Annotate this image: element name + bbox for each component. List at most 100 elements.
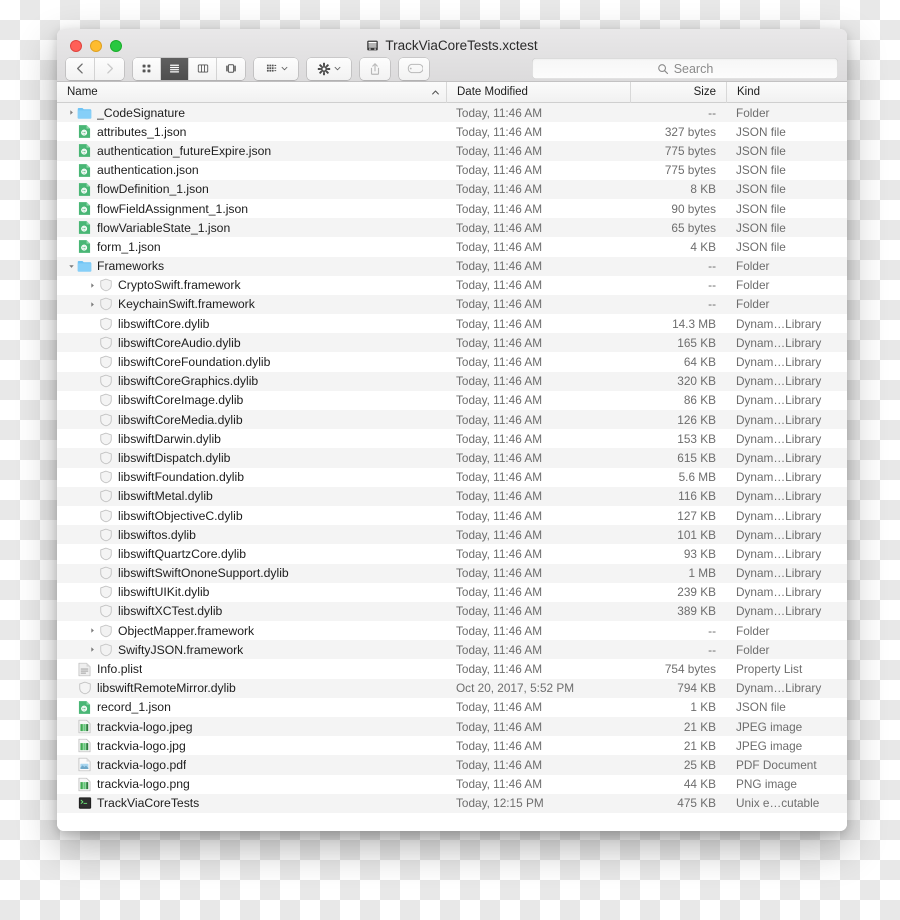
file-list[interactable]: _CodeSignature Today, 11:46 AM -- Folder att… [57, 103, 847, 831]
table-row[interactable]: CryptoSwift.framework Today, 11:46 AM -- Fo… [57, 275, 847, 295]
dylib-icon [98, 585, 113, 600]
table-row[interactable]: trackvia-logo.png Today, 11:46 AM 44 KB PNG… [57, 774, 847, 794]
table-row[interactable]: libswiftCore.dylib Today, 11:46 AM 14.3 MB… [57, 314, 847, 334]
disclosure-triangle [87, 583, 98, 602]
table-row[interactable]: trackvia-logo.jpg Today, 11:46 AM 21 KB JPE… [57, 736, 847, 756]
tag-icon [407, 63, 423, 74]
file-name-label: _CodeSignature [97, 105, 186, 120]
table-row[interactable]: Info.plist Today, 11:46 AM 754 bytes Proper… [57, 659, 847, 679]
file-name-label: Info.plist [97, 662, 143, 677]
arrange-by-button[interactable] [254, 57, 298, 80]
dylib-icon [98, 412, 113, 427]
table-row[interactable]: libswiftCoreAudio.dylib Today, 11:46 AM 16… [57, 333, 847, 353]
navigation-segmented-control[interactable] [66, 57, 124, 80]
dylib-icon [98, 489, 113, 504]
table-row[interactable]: TrackViaCoreTests Today, 12:15 PM 475 KB Un… [57, 793, 847, 813]
table-row[interactable]: libswiftXCTest.dylib Today, 11:46 AM 389 K… [57, 601, 847, 622]
file-date-cell: Today, 11:46 AM [456, 642, 543, 657]
table-row[interactable]: Frameworks Today, 11:46 AM -- Folder [57, 256, 847, 276]
search-field[interactable]: Search [532, 58, 838, 79]
disclosure-triangle[interactable] [87, 640, 98, 659]
table-row[interactable]: libswiftCoreGraphics.dylib Today, 11:46 A… [57, 371, 847, 391]
file-size-cell: 794 KB [677, 681, 716, 696]
column-header-kind[interactable]: Kind [726, 81, 847, 103]
disclosure-triangle[interactable] [66, 257, 77, 276]
table-row[interactable]: ObjectMapper.framework Today, 11:46 AM -- F… [57, 621, 847, 641]
table-row[interactable]: libswiftSwiftOnoneSupport.dylib Today, 11… [57, 563, 847, 583]
table-row[interactable]: libswiftDarwin.dylib Today, 11:46 AM 153 K… [57, 429, 847, 449]
tags-button[interactable] [399, 57, 429, 80]
column-header-size[interactable]: Size [630, 81, 726, 103]
table-row[interactable]: form_1.json Today, 11:46 AM 4 KB JSON file [57, 237, 847, 257]
file-date-cell: Today, 11:46 AM [456, 527, 543, 542]
file-size-cell: -- [708, 642, 716, 657]
file-name-cell: Frameworks [57, 257, 446, 276]
table-row[interactable]: libswiftos.dylib Today, 11:46 AM 101 KB Dyn… [57, 525, 847, 545]
view-mode-segmented-control[interactable] [133, 57, 245, 80]
table-row[interactable]: record_1.json Today, 11:46 AM 1 KB JSON fil… [57, 697, 847, 717]
table-row[interactable]: attributes_1.json Today, 11:46 AM 327 byte… [57, 122, 847, 142]
file-size-cell: 25 KB [683, 757, 716, 772]
disclosure-triangle[interactable] [66, 103, 77, 122]
table-row[interactable]: flowFieldAssignment_1.json Today, 11:46 A… [57, 198, 847, 219]
table-row[interactable]: libswiftUIKit.dylib Today, 11:46 AM 239 KB… [57, 582, 847, 602]
table-row[interactable]: libswiftDispatch.dylib Today, 11:46 AM 615… [57, 448, 847, 468]
disclosure-triangle [87, 487, 98, 506]
back-button[interactable] [66, 57, 95, 80]
table-row[interactable]: KeychainSwift.framework Today, 11:46 AM --… [57, 294, 847, 315]
table-row[interactable]: flowDefinition_1.json Today, 11:46 AM 8 KB… [57, 179, 847, 199]
dylib-icon [98, 374, 113, 389]
window-title-text: TrackViaCoreTests.xctest [385, 38, 538, 53]
table-row[interactable]: libswiftMetal.dylib Today, 11:46 AM 116 KB… [57, 486, 847, 506]
table-row[interactable]: authentication_futureExpire.json Today, 1… [57, 141, 847, 161]
toolbar: Search [57, 55, 847, 82]
file-size-cell: 21 KB [683, 738, 716, 753]
action-menu-button[interactable] [307, 57, 351, 80]
gallery-view-button[interactable] [217, 57, 245, 80]
sort-ascending-icon [432, 89, 439, 94]
table-row[interactable]: trackvia-logo.jpeg Today, 11:46 AM 21 KB JP… [57, 717, 847, 737]
window-title-group: TrackViaCoreTests.xctest [57, 37, 847, 54]
list-view-button[interactable] [161, 57, 189, 80]
file-date-cell: Today, 11:46 AM [456, 201, 543, 216]
file-kind-cell: Property List [736, 662, 803, 677]
table-row[interactable]: libswiftCoreImage.dylib Today, 11:46 AM 86… [57, 390, 847, 410]
disclosure-triangle [66, 775, 77, 794]
file-name-label: flowFieldAssignment_1.json [97, 201, 249, 216]
file-size-cell: 5.6 MB [678, 470, 716, 485]
table-row[interactable]: flowVariableState_1.json Today, 11:46 AM 6… [57, 218, 847, 238]
column-header-date-modified[interactable]: Date Modified [446, 81, 630, 103]
table-row[interactable]: trackvia-logo.pdf Today, 11:46 AM 25 KB PDF… [57, 755, 847, 775]
column-headers: Name Date Modified Size Kind [57, 81, 847, 103]
table-row[interactable]: libswiftObjectiveC.dylib Today, 11:46 AM 1… [57, 505, 847, 526]
table-row[interactable]: libswiftQuartzCore.dylib Today, 11:46 AM 9… [57, 544, 847, 564]
table-row[interactable]: libswiftCoreMedia.dylib Today, 11:46 AM 12… [57, 410, 847, 430]
dylib-icon [98, 393, 113, 408]
table-row[interactable]: libswiftRemoteMirror.dylib Oct 20, 2017, … [57, 678, 847, 698]
file-date-cell: Today, 11:46 AM [456, 623, 543, 638]
table-row[interactable]: SwiftyJSON.framework Today, 11:46 AM -- Fol… [57, 640, 847, 660]
disclosure-triangle[interactable] [87, 621, 98, 640]
file-kind-cell: Dynam…Library [736, 355, 822, 370]
unix-executable-icon [77, 796, 92, 811]
search-icon [657, 63, 668, 74]
window-titlebar[interactable]: TrackViaCoreTests.xctest Search [57, 29, 847, 82]
file-name-cell: form_1.json [57, 237, 446, 256]
disclosure-triangle[interactable] [87, 276, 98, 295]
table-row[interactable]: _CodeSignature Today, 11:46 AM -- Folder [57, 103, 847, 123]
share-button[interactable] [360, 57, 390, 80]
table-row[interactable]: authentication.json Today, 11:46 AM 775 by… [57, 160, 847, 180]
column-view-button[interactable] [189, 57, 217, 80]
column-header-name[interactable]: Name [57, 82, 446, 103]
table-row[interactable]: libswiftFoundation.dylib Today, 11:46 AM 5… [57, 467, 847, 487]
json-file-icon [77, 163, 92, 178]
file-date-cell: Today, 11:46 AM [456, 374, 543, 389]
icon-view-button[interactable] [133, 57, 161, 80]
dylib-icon [98, 355, 113, 370]
disclosure-triangle[interactable] [87, 295, 98, 314]
file-kind-cell: JSON file [736, 201, 786, 216]
table-row[interactable]: libswiftCoreFoundation.dylib Today, 11:46… [57, 352, 847, 372]
framework-icon [98, 297, 113, 312]
forward-button[interactable] [95, 57, 124, 80]
file-name-label: CryptoSwift.framework [118, 278, 241, 293]
